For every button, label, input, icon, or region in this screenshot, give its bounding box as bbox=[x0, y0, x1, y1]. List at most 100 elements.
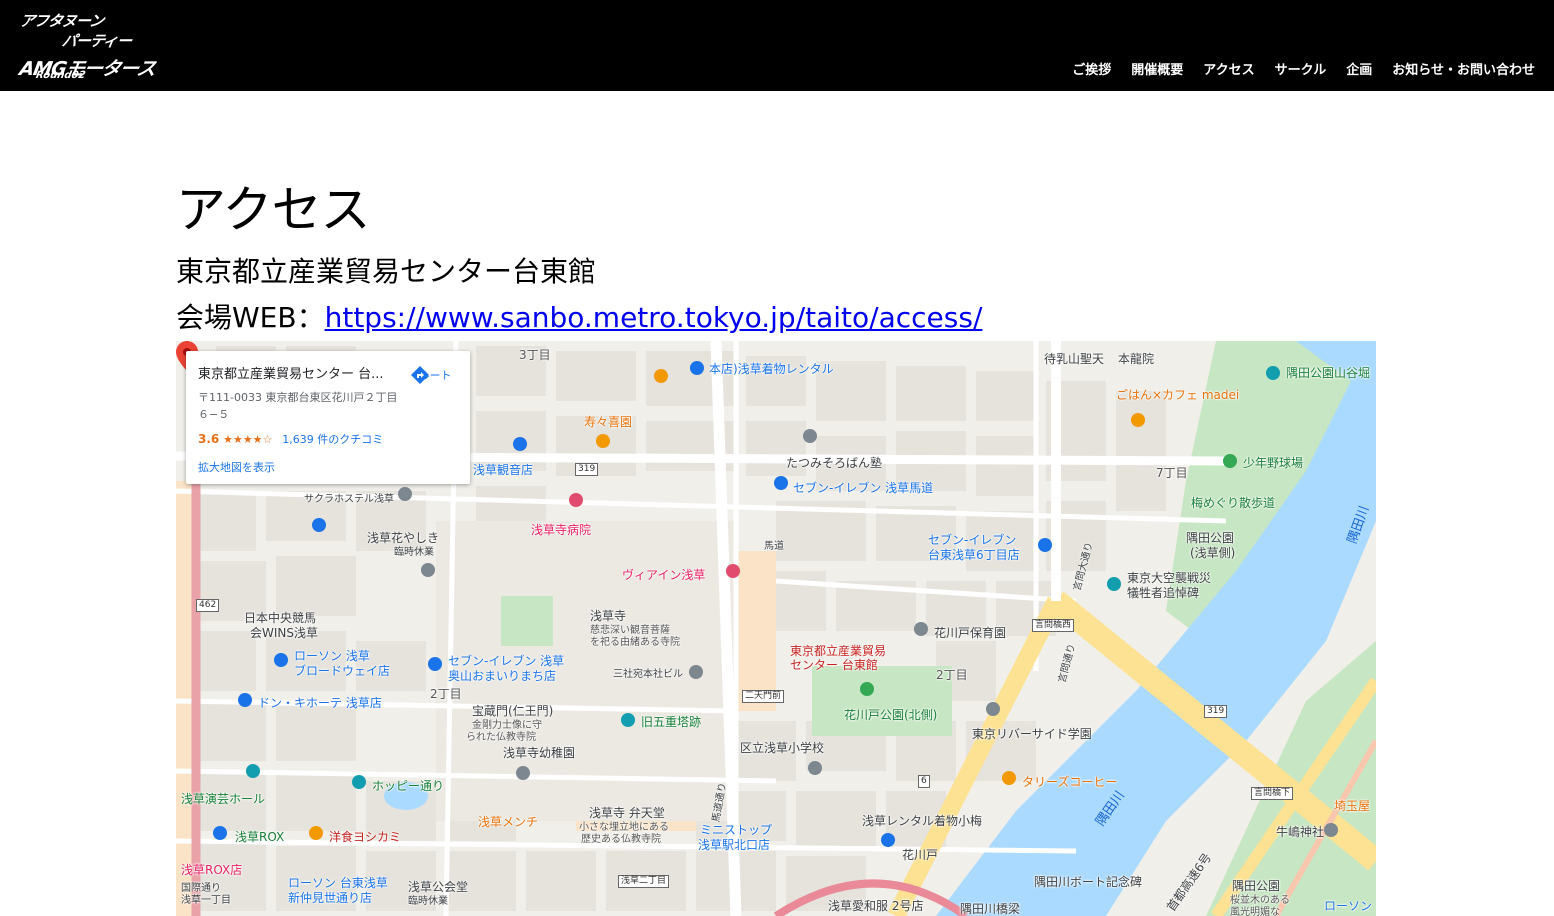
map-label: 3丁目 bbox=[519, 348, 551, 362]
directions-button[interactable]: ルート bbox=[410, 365, 460, 384]
map-label: 牛嶋神社 bbox=[1276, 825, 1325, 839]
map-label: 隅田公園山谷堀 bbox=[1286, 366, 1371, 380]
restaurant-icon[interactable] bbox=[654, 369, 668, 383]
directions-icon bbox=[411, 366, 429, 384]
cafe-icon[interactable] bbox=[1002, 771, 1016, 785]
nav-news-contact[interactable]: お知らせ・お問い合わせ bbox=[1382, 59, 1535, 78]
road-badge: 319 bbox=[1204, 705, 1228, 718]
shop-icon[interactable] bbox=[774, 476, 788, 490]
logo-line-1: アフタヌーン bbox=[18, 12, 105, 30]
map-label: 本店)浅草着物レンタル bbox=[709, 362, 834, 376]
restaurant-icon[interactable] bbox=[309, 826, 323, 840]
map-label: られた仏教寺院 bbox=[466, 732, 536, 743]
shop-icon[interactable] bbox=[1038, 538, 1052, 552]
view-larger-map-link[interactable]: 拡大地図を表示 bbox=[198, 459, 275, 475]
map-label: 言問橋西 bbox=[1032, 619, 1075, 632]
map-label: ブロードウェイ店 bbox=[294, 664, 391, 678]
main-nav: ご挨拶 開催概要 アクセス サークル 企画 お知らせ・お問い合わせ bbox=[1062, 59, 1535, 78]
map-label: セブン-イレブン 浅草 bbox=[448, 654, 565, 668]
school-icon[interactable] bbox=[986, 702, 1000, 716]
cafe-icon[interactable] bbox=[1131, 413, 1145, 427]
place-name: 東京都立産業貿易センター 台... bbox=[198, 367, 384, 382]
map-label: 隅田川橋梁 bbox=[960, 902, 1021, 916]
road-badge: 319 bbox=[575, 463, 599, 476]
nav-overview[interactable]: 開催概要 bbox=[1121, 59, 1193, 78]
map-poi-icon[interactable] bbox=[1266, 366, 1280, 380]
school-icon[interactable] bbox=[808, 761, 822, 775]
map-poi-icon[interactable] bbox=[1324, 823, 1338, 837]
map-label: 少年野球場 bbox=[1243, 456, 1304, 470]
map-label: 新仲見世通り店 bbox=[288, 891, 373, 905]
map-label: たつみそろばん塾 bbox=[786, 456, 883, 470]
shop-icon[interactable] bbox=[513, 437, 527, 451]
hotel-icon[interactable] bbox=[726, 564, 740, 578]
map-poi-icon[interactable] bbox=[621, 713, 635, 727]
shop-icon[interactable] bbox=[274, 653, 288, 667]
cafe-icon[interactable] bbox=[596, 434, 610, 448]
shop-icon[interactable] bbox=[428, 657, 442, 671]
park-icon[interactable] bbox=[860, 682, 874, 696]
map-label: 浅草寺 弁天堂 bbox=[589, 806, 665, 820]
map-label: 隅田公園 bbox=[1232, 879, 1281, 893]
map-label: 日本中央競馬 bbox=[244, 611, 317, 625]
school-icon[interactable] bbox=[516, 766, 530, 780]
map-label: 浅草ROX店 bbox=[181, 863, 243, 877]
logo-line-2: パーティー bbox=[60, 32, 133, 50]
map-poi-icon[interactable] bbox=[803, 429, 817, 443]
map-label: 浅草一丁目 bbox=[181, 895, 231, 906]
map-label: ローソン 台東浅草 bbox=[288, 876, 388, 890]
map-label: 浅草花やしき bbox=[367, 531, 440, 545]
map-label: ミニストップ bbox=[700, 823, 773, 837]
map-label: 犠牲者追悼碑 bbox=[1127, 586, 1200, 600]
nav-events[interactable]: 企画 bbox=[1336, 59, 1382, 78]
map-label: 臨時休業 bbox=[408, 896, 448, 907]
map-poi-icon[interactable] bbox=[352, 775, 366, 789]
map-poi-icon[interactable] bbox=[421, 563, 435, 577]
map-poi-icon[interactable] bbox=[1223, 454, 1237, 468]
venue-web-link[interactable]: https://www.sanbo.metro.tokyo.jp/taito/a… bbox=[325, 301, 983, 334]
road-badge: 6 bbox=[918, 775, 930, 788]
reviews-link[interactable]: 1,639 件のクチコミ bbox=[282, 433, 383, 446]
map-label: 歴史ある仏教寺院 bbox=[581, 834, 661, 845]
embedded-map[interactable]: 3丁目 本店)浅草着物レンタル 待乳山聖天 本龍院 隅田公園山谷堀 ごはん×カフ… bbox=[176, 341, 1376, 916]
map-label: を祀る由緒ある寺院 bbox=[590, 637, 680, 648]
hospital-icon[interactable] bbox=[569, 493, 583, 507]
map-label: 風光明媚な bbox=[1230, 907, 1280, 916]
map-label: 宝蔵門(仁王門) bbox=[472, 704, 554, 718]
nav-greeting[interactable]: ご挨拶 bbox=[1062, 59, 1121, 78]
map-label: セブン-イレブン bbox=[928, 533, 1017, 547]
map-poi-icon[interactable] bbox=[1107, 577, 1121, 591]
map-label: 浅草寺 bbox=[590, 609, 627, 623]
map-label: 隅田公園 bbox=[1186, 531, 1235, 545]
map-label: 本龍院 bbox=[1118, 352, 1155, 366]
map-label: 台東浅草6丁目店 bbox=[928, 548, 1020, 562]
map-poi-icon[interactable] bbox=[689, 665, 703, 679]
shop-icon[interactable] bbox=[312, 518, 326, 532]
map-label: 区立浅草小学校 bbox=[740, 741, 825, 755]
shop-icon[interactable] bbox=[881, 833, 895, 847]
map-label: セブン-イレブン 浅草馬道 bbox=[793, 481, 934, 495]
map-label: 浅草観音店 bbox=[473, 463, 534, 477]
school-icon[interactable] bbox=[914, 622, 928, 636]
venue-web-line: 会場WEB：https://www.sanbo.metro.tokyo.jp/t… bbox=[176, 296, 982, 336]
map-label: 花川戸 bbox=[902, 848, 939, 862]
site-logo[interactable]: アフタヌーン パーティー AMGモータース Round02 bbox=[18, 6, 170, 86]
map-label: 洋食ヨシカミ bbox=[329, 830, 402, 844]
map-poi-icon[interactable] bbox=[398, 487, 412, 501]
marker-label: 東京都立産業貿易 センター 台東館 bbox=[790, 644, 887, 672]
map-label: 奥山おまいりまち店 bbox=[448, 669, 557, 683]
nav-circle[interactable]: サークル bbox=[1265, 59, 1337, 78]
venue-name: 東京都立産業貿易センター台東館 bbox=[176, 255, 597, 288]
shop-icon[interactable] bbox=[213, 826, 227, 840]
map-label: 浅草寺幼稚園 bbox=[503, 746, 576, 760]
map-label: ドン・キホーテ 浅草店 bbox=[258, 696, 382, 710]
map-info-card: 東京都立産業貿易センター 台... 〒111-0033 東京都台東区花川戸２丁目… bbox=[186, 351, 470, 484]
rating-stars-icon: ★★★★☆ bbox=[223, 433, 273, 446]
shop-icon[interactable] bbox=[238, 693, 252, 707]
nav-access[interactable]: アクセス bbox=[1193, 59, 1264, 78]
map-label: 旧五重塔跡 bbox=[641, 715, 702, 729]
road-badge: 462 bbox=[196, 599, 220, 612]
map-poi-icon[interactable] bbox=[246, 764, 260, 778]
map-label: ヴィアイン浅草 bbox=[622, 568, 706, 582]
map-poi-icon[interactable] bbox=[690, 361, 704, 375]
